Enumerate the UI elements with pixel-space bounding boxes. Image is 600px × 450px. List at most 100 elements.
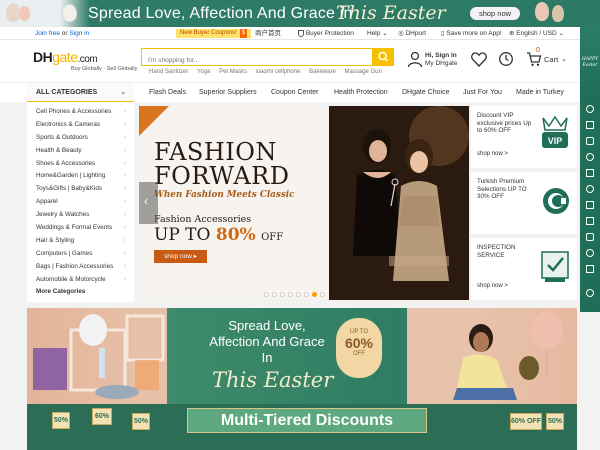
promo-shop-now-link[interactable]: shop now > [477, 151, 508, 157]
carousel-dot[interactable] [304, 292, 309, 297]
history-icon[interactable] [498, 51, 514, 67]
dhgate-logo[interactable]: DHgate.com [33, 49, 98, 65]
hot-word-link[interactable]: Yoga [197, 69, 210, 75]
locale-selector[interactable]: ⊕ English / USD ⌄ [509, 27, 564, 40]
cart-button[interactable]: 0 Cart ⌄ [526, 47, 567, 70]
discount-chip: 50% [132, 413, 150, 430]
rail-coupon-icon[interactable] [586, 121, 594, 129]
discount-chip: 50% [546, 413, 564, 430]
chevron-down-icon: ⌄ [558, 30, 564, 37]
all-categories-toggle[interactable]: ALL CATEGORIES ⌄ [27, 83, 134, 103]
user-icon[interactable] [407, 51, 423, 68]
category-item[interactable]: Jewelry & Watches [27, 209, 134, 222]
sign-in-link[interactable]: Sign in [69, 30, 89, 37]
category-item[interactable]: Cell Phones & Accessories [27, 106, 134, 119]
my-dhgate-label: My DHgate [425, 60, 458, 67]
carousel-dot[interactable] [280, 292, 285, 297]
easter-promo-banner[interactable]: Spread Love, Affection And Grace In This… [27, 308, 577, 450]
app-promo-link[interactable]: ▯ Save more on App! [441, 27, 502, 40]
carousel-prev-button[interactable]: ‹ [139, 182, 158, 224]
category-item[interactable]: Automobile & Motorcycle [27, 274, 134, 287]
rail-vip-icon[interactable] [586, 153, 594, 161]
category-item[interactable]: Health & Beauty [27, 145, 134, 158]
hot-word-link[interactable]: Hand Sanitizer [149, 69, 188, 75]
promo-shop-now-link[interactable]: shop now > [477, 283, 508, 289]
nav-dhgate-choice[interactable]: DHgate Choice [402, 83, 449, 103]
rail-user-icon[interactable] [586, 105, 594, 113]
promo-title: INSPECTION SERVICE [477, 244, 516, 259]
rail-calendar-icon[interactable] [586, 233, 594, 241]
rail-mail-icon[interactable] [586, 217, 594, 225]
locale-label: English / USD [516, 30, 557, 37]
rail-help-icon[interactable] [586, 249, 594, 257]
wishlist-heart-icon[interactable] [471, 52, 487, 67]
main-navbar: ALL CATEGORIES ⌄ Flash Deals Superior Su… [0, 82, 580, 103]
rail-easter-label: HAPPY Easter [581, 57, 599, 68]
category-item[interactable]: Apparel [27, 196, 134, 209]
discount-chip: 50% [52, 412, 70, 429]
carousel-dot[interactable] [320, 292, 325, 297]
new-buyer-coupon-badge[interactable]: New Buyer Coupons! $ [176, 29, 252, 38]
inspection-shield-icon [541, 251, 569, 282]
carousel-dot[interactable] [296, 292, 301, 297]
hot-word-link[interactable]: Massage Gun [344, 69, 381, 75]
carousel-dot[interactable] [288, 292, 293, 297]
carousel-dot-active[interactable] [312, 292, 317, 297]
nav-just-for-you[interactable]: Just For You [463, 83, 502, 103]
nav-superior-suppliers[interactable]: Superior Suppliers [199, 83, 257, 103]
chevron-down-icon: ⌄ [561, 56, 567, 63]
top-easter-banner[interactable]: Spread Love, Affection And Grace in This… [0, 0, 600, 27]
category-sidebar: Cell Phones & Accessories Electronics & … [27, 102, 134, 302]
buyer-protection-link[interactable]: Buyer Protection [298, 27, 354, 40]
discount-title: Multi-Tiered Discounts [220, 412, 394, 429]
join-free-link[interactable]: Join free [35, 30, 60, 37]
carousel-pagination [264, 284, 328, 297]
rail-feedback-icon[interactable] [586, 265, 594, 273]
multi-tiered-discount-bar[interactable]: 50% 60% 50% Multi-Tiered Discounts 60% O… [27, 404, 577, 450]
promo-vip-discount[interactable]: Discount VIP exclusive prices Up to 60% … [471, 106, 577, 168]
rail-gift-icon[interactable] [586, 169, 594, 177]
nav-flash-deals[interactable]: Flash Deals [149, 83, 186, 103]
category-item[interactable]: Hair & Styling [27, 235, 134, 248]
promo-turkish-selections[interactable]: Turkish Premium Selections UP TO 30% OFF [471, 172, 577, 234]
promo-inspection-service[interactable]: INSPECTION SERVICE shop now > [471, 238, 577, 300]
category-item[interactable]: Toys&Gifts | Baby&Kids [27, 183, 134, 196]
category-item[interactable]: Shoes & Accessories [27, 158, 134, 171]
category-item[interactable]: Computers | Games [27, 248, 134, 261]
vip-crown-icon: VIP [542, 115, 568, 148]
dhgate-homepage: Spread Love, Affection And Grace in This… [0, 0, 600, 450]
nav-health-protection[interactable]: Health Protection [334, 83, 388, 103]
search-input[interactable] [142, 52, 372, 69]
hot-word-link[interactable]: xiaomi cellphone [256, 69, 301, 75]
help-menu[interactable]: Help ⌄ [367, 27, 388, 40]
category-item[interactable]: Weddings & Formal Events [27, 222, 134, 235]
help-label: Help [367, 30, 381, 37]
rail-top-icon[interactable] [586, 289, 594, 297]
carousel-dot[interactable] [272, 292, 277, 297]
rail-message-icon[interactable] [586, 137, 594, 145]
category-item[interactable]: Bags | Fashion Accessories [27, 261, 134, 274]
merchant-home-link[interactable]: 商户首页 [255, 27, 281, 40]
hot-word-link[interactable]: Bakeware [309, 69, 336, 75]
hero-carousel[interactable]: FASHION FORWARD When Fashion Meets Class… [139, 106, 469, 300]
category-item[interactable]: Electronics & Cameras [27, 119, 134, 132]
hero-corner-decoration [139, 106, 169, 136]
banner-shop-now-button[interactable]: shop now [470, 7, 520, 20]
nav-coupon-center[interactable]: Coupon Center [271, 83, 318, 103]
easter-egg-icon [552, 5, 564, 22]
rail-flash-icon[interactable] [586, 185, 594, 193]
models-illustration [329, 106, 469, 300]
rail-wallet-icon[interactable] [586, 201, 594, 209]
rail-easter-header[interactable]: HAPPY Easter [580, 27, 600, 97]
search-button[interactable] [373, 48, 394, 66]
account-menu[interactable]: Hi, Sign in My DHgate [425, 52, 458, 68]
dhport-link[interactable]: ◎ DHport [398, 27, 426, 40]
category-item[interactable]: Home&Garden | Lighting [27, 170, 134, 183]
hero-shop-now-button[interactable]: shop now ▸ [154, 250, 207, 263]
more-categories-link[interactable]: More Categories [27, 286, 134, 299]
category-item[interactable]: Sports & Outdoors [27, 132, 134, 145]
hero-category: Fashion Accessories [154, 214, 252, 225]
carousel-dot[interactable] [264, 292, 269, 297]
hot-word-link[interactable]: Pet Masks [219, 69, 247, 75]
nav-made-in-turkey[interactable]: Made in Turkey [516, 83, 564, 103]
